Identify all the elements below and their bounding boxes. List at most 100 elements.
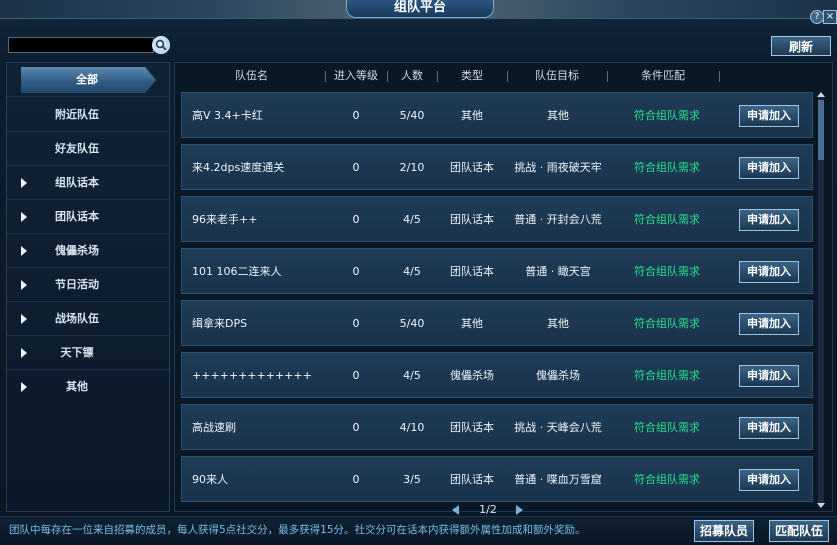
social-points-note: 团队中每存在一位来自招募的成员，每人获得5点社交分，最多获得15分。社交分可在话… [9, 524, 586, 536]
condition-match-cell: 符合组队需求 [634, 109, 700, 122]
members-cell: 3/5 [403, 473, 421, 486]
team-name-cell: 来4.2dps速度通关 [192, 161, 285, 174]
team-platform-window: 组队平台 ? × 刷新 全部 附近队伍 好友队伍 组队话本 团队话本 傀儡杀场 [0, 0, 837, 545]
team-name-cell: 高战速刷 [192, 421, 236, 434]
scroll-up-arrow-icon[interactable] [817, 92, 825, 97]
entry-level-cell: 0 [352, 369, 360, 382]
table-row[interactable]: 缉拿来DPS 0 5/40 其他 其他 符合组队需求 申请加入 [181, 300, 813, 346]
sidebar-item-friends[interactable]: 好友队伍 [7, 132, 169, 166]
members-cell: 5/40 [399, 109, 425, 122]
entry-level-cell: 0 [352, 109, 360, 122]
condition-match-cell: 符合组队需求 [634, 265, 700, 278]
header-condition-match: 条件匹配 [641, 69, 685, 82]
type-cell: 傀儡杀场 [450, 369, 494, 382]
type-cell: 团队话本 [450, 161, 494, 174]
category-sidebar: 全部 附近队伍 好友队伍 组队话本 团队话本 傀儡杀场 节日活动 战场队伍 天下… [6, 62, 170, 512]
apply-join-button[interactable]: 申请加入 [739, 209, 799, 231]
condition-match-cell: 符合组队需求 [634, 161, 700, 174]
apply-join-button[interactable]: 申请加入 [739, 157, 799, 179]
sidebar-item-other[interactable]: 其他 [7, 370, 169, 404]
condition-match-cell: 符合组队需求 [634, 213, 700, 226]
condition-match-cell: 符合组队需求 [634, 421, 700, 434]
table-row[interactable]: 101 106二连来人 0 4/5 团队话本 普通 · 瞰天宫 符合组队需求 申请加入 [181, 248, 813, 294]
type-cell: 团队话本 [450, 213, 494, 226]
table-row[interactable]: 96来老手++ 0 4/5 团队话本 普通 · 开封会八荒 符合组队需求 申请加入 [181, 196, 813, 242]
table-row[interactable]: 高战速刷 0 4/10 团队话本 挑战 · 天峰会八荒 符合组队需求 申请加入 [181, 404, 813, 450]
sidebar-item-puppet-arena[interactable]: 傀儡杀场 [7, 234, 169, 268]
members-cell: 2/10 [399, 161, 425, 174]
sidebar-item-group-story[interactable]: 组队话本 [7, 166, 169, 200]
table-row[interactable]: 来4.2dps速度通关 0 2/10 团队话本 挑战 · 雨夜破天牢 符合组队需求 申请加入 [181, 144, 813, 190]
sidebar-item-battlefield[interactable]: 战场队伍 [7, 302, 169, 336]
apply-join-button[interactable]: 申请加入 [739, 365, 799, 387]
sidebar-item-label: 其他 [66, 380, 88, 393]
sidebar-item-label: 傀儡杀场 [55, 244, 99, 257]
target-cell: 普通 · 瞰天宫 [525, 265, 591, 278]
search-input[interactable] [8, 37, 154, 53]
apply-join-button[interactable]: 申请加入 [739, 469, 799, 491]
apply-join-button[interactable]: 申请加入 [739, 261, 799, 283]
close-icon[interactable]: × [823, 10, 837, 24]
header-target: 队伍目标 [535, 69, 579, 82]
scrollbar-thumb[interactable] [818, 100, 824, 160]
entry-level-cell: 0 [352, 161, 360, 174]
sidebar-item-escort[interactable]: 天下镖 [7, 336, 169, 370]
table-row[interactable]: 高V 3.4+卡红 0 5/40 其他 其他 符合组队需求 申请加入 [181, 92, 813, 138]
header-type: 类型 [461, 69, 483, 82]
table-row[interactable]: +++++++++++++ 0 4/5 傀儡杀场 傀儡杀场 符合组队需求 申请加入 [181, 352, 813, 398]
sidebar-item-festival[interactable]: 节日活动 [7, 268, 169, 302]
type-cell: 其他 [461, 317, 483, 330]
sidebar-item-nearby[interactable]: 附近队伍 [7, 98, 169, 132]
type-cell: 团队话本 [450, 265, 494, 278]
sidebar-item-label: 附近队伍 [55, 108, 99, 121]
members-cell: 4/5 [403, 213, 421, 226]
entry-level-cell: 0 [352, 421, 360, 434]
scroll-down-arrow-icon[interactable] [817, 503, 825, 508]
target-cell: 挑战 · 雨夜破天牢 [514, 161, 602, 174]
sidebar-item-all[interactable]: 全部 [7, 63, 169, 97]
header-divider [719, 71, 720, 82]
apply-join-button[interactable]: 申请加入 [739, 417, 799, 439]
refresh-button[interactable]: 刷新 [771, 36, 831, 56]
sidebar-item-label: 天下镖 [60, 346, 94, 359]
table-row[interactable]: 90来人 0 3/5 团队话本 普通 · 喋血万雪窟 符合组队需求 申请加入 [181, 456, 813, 502]
apply-join-button[interactable]: 申请加入 [739, 313, 799, 335]
match-team-button[interactable]: 匹配队伍 [769, 520, 829, 542]
condition-match-cell: 符合组队需求 [634, 369, 700, 382]
team-name-cell: 缉拿来DPS [192, 317, 248, 330]
next-page-arrow-icon[interactable] [516, 505, 523, 515]
target-cell: 傀儡杀场 [536, 369, 580, 382]
target-cell: 挑战 · 天峰会八荒 [514, 421, 602, 434]
prev-page-arrow-icon[interactable] [452, 505, 459, 515]
members-cell: 4/5 [403, 265, 421, 278]
header-entry-level: 进入等级 [334, 69, 378, 82]
recruit-members-button[interactable]: 招募队员 [694, 520, 754, 542]
team-name-cell: 101 106二连来人 [192, 265, 282, 278]
members-cell: 4/10 [399, 421, 425, 434]
team-name-cell: 90来人 [192, 473, 228, 486]
target-cell: 其他 [547, 109, 569, 122]
sidebar-item-label: 好友队伍 [55, 142, 99, 155]
header-team-name: 队伍名 [235, 69, 268, 82]
entry-level-cell: 0 [352, 265, 360, 278]
target-cell: 普通 · 喋血万雪窟 [514, 473, 602, 486]
type-cell: 团队话本 [450, 421, 494, 434]
window-title: 组队平台 [346, 0, 494, 18]
sidebar-item-label: 组队话本 [55, 176, 99, 189]
type-cell: 团队话本 [450, 473, 494, 486]
target-cell: 普通 · 开封会八荒 [514, 213, 602, 226]
condition-match-cell: 符合组队需求 [634, 317, 700, 330]
members-cell: 5/40 [399, 317, 425, 330]
team-name-cell: 高V 3.4+卡红 [192, 109, 263, 122]
search-icon[interactable] [152, 36, 170, 54]
entry-level-cell: 0 [352, 213, 360, 226]
header-members: 人数 [401, 69, 423, 82]
sidebar-item-label: 战场队伍 [55, 312, 99, 325]
sidebar-item-label: 全部 [76, 73, 98, 86]
sidebar-item-label: 节日活动 [55, 278, 99, 291]
help-icon[interactable]: ? [810, 10, 824, 24]
team-name-cell: 96来老手++ [192, 213, 258, 226]
type-cell: 其他 [461, 109, 483, 122]
sidebar-item-raid-story[interactable]: 团队话本 [7, 200, 169, 234]
apply-join-button[interactable]: 申请加入 [739, 105, 799, 127]
